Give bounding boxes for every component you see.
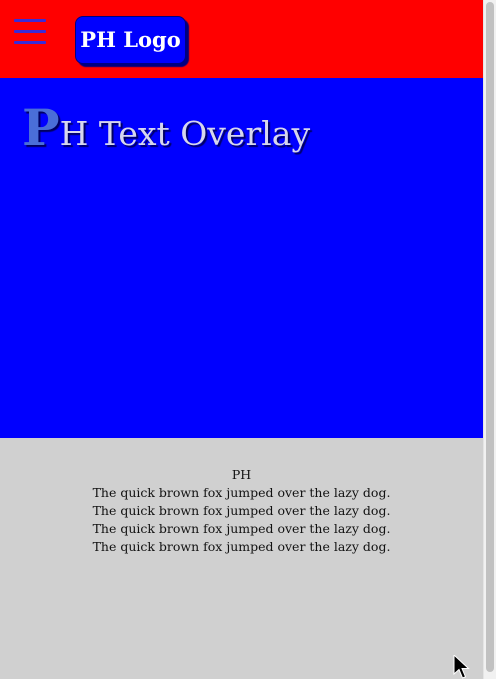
hero-title: PH Text Overlay	[22, 103, 310, 153]
site-header: PH Logo	[0, 0, 483, 78]
hero-title-initial: P	[22, 98, 60, 157]
hamburger-menu-icon[interactable]	[14, 19, 46, 45]
content-heading: PH	[231, 467, 252, 482]
hamburger-line	[14, 19, 46, 22]
content-line: The quick brown fox jumped over the lazy…	[92, 521, 391, 536]
hero-title-text: H Text Overlay	[59, 114, 311, 153]
logo-button[interactable]: PH Logo	[75, 16, 186, 64]
page: PH Logo PH Text Overlay PH The quick bro…	[0, 0, 483, 679]
content-line: The quick brown fox jumped over the lazy…	[92, 485, 391, 500]
hero-banner: PH Text Overlay	[0, 78, 483, 438]
hamburger-line	[14, 30, 46, 33]
hamburger-line	[14, 41, 46, 44]
mouse-pointer-icon	[453, 655, 470, 679]
main-content: PH The quick brown fox jumped over the l…	[0, 466, 483, 556]
vertical-scrollbar[interactable]	[483, 0, 496, 679]
scrollbar-thumb[interactable]	[486, 2, 494, 672]
content-line: The quick brown fox jumped over the lazy…	[92, 503, 391, 518]
content-line: The quick brown fox jumped over the lazy…	[92, 539, 391, 554]
